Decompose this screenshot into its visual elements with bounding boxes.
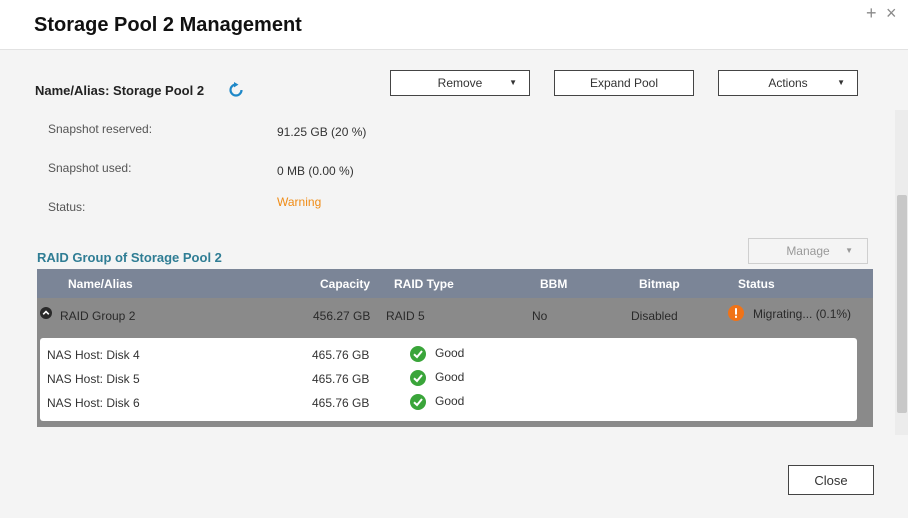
chevron-down-icon: ▼: [837, 78, 845, 87]
scrollbar-thumb[interactable]: [897, 195, 907, 413]
pool-name-alias: Name/Alias: Storage Pool 2: [35, 83, 205, 98]
table-header: Name/Alias Capacity RAID Type BBM Bitmap…: [37, 269, 873, 298]
expand-pool-button-label: Expand Pool: [589, 76, 659, 90]
raid-group-type: RAID 5: [386, 309, 425, 323]
raid-group-capacity: 456.27 GB: [313, 309, 371, 323]
table-row[interactable]: NAS Host: Disk 6 465.76 GB Good: [40, 391, 857, 415]
remove-button[interactable]: Remove ▼: [390, 70, 530, 96]
raid-section-title: RAID Group of Storage Pool 2: [37, 250, 222, 265]
close-icon[interactable]: ×: [886, 4, 897, 22]
status-label: Status:: [48, 200, 86, 214]
disk-list: NAS Host: Disk 4 465.76 GB Good NAS Host…: [40, 338, 857, 421]
column-header-name[interactable]: Name/Alias: [68, 277, 133, 291]
column-header-raid-type[interactable]: RAID Type: [394, 277, 454, 291]
snapshot-used-value: 0 MB (0.00 %): [277, 164, 354, 178]
disk-capacity: 465.76 GB: [312, 372, 370, 386]
column-header-bbm[interactable]: BBM: [540, 277, 567, 291]
table-row[interactable]: NAS Host: Disk 4 465.76 GB Good: [40, 343, 857, 367]
disk-status: Good: [435, 346, 465, 360]
disk-capacity: 465.76 GB: [312, 348, 370, 362]
title-bar: Storage Pool 2 Management + ×: [0, 0, 908, 50]
column-header-capacity[interactable]: Capacity: [320, 277, 370, 291]
chevron-up-circle-icon[interactable]: [40, 307, 52, 319]
refresh-icon[interactable]: [228, 82, 244, 98]
column-header-status[interactable]: Status: [738, 277, 775, 291]
close-button-label: Close: [814, 472, 848, 488]
table-row-raid-group[interactable]: RAID Group 2 456.27 GB RAID 5 No Disable…: [37, 299, 873, 335]
expand-pool-button[interactable]: Expand Pool: [554, 70, 694, 96]
warning-icon: [728, 305, 744, 321]
manage-button-label: Manage: [786, 244, 830, 258]
check-circle-icon: [410, 370, 426, 386]
raid-group-table: Name/Alias Capacity RAID Type BBM Bitmap…: [37, 269, 873, 427]
remove-button-label: Remove: [437, 76, 483, 90]
manage-button[interactable]: Manage ▼: [748, 238, 868, 264]
snapshot-reserved-value: 91.25 GB (20 %): [277, 125, 367, 139]
snapshot-used-label: Snapshot used:: [48, 161, 132, 175]
chevron-down-icon: ▼: [845, 246, 853, 255]
actions-button-label: Actions: [768, 76, 808, 90]
disk-status: Good: [435, 394, 465, 408]
window-title: Storage Pool 2 Management: [34, 14, 302, 36]
check-circle-icon: [410, 394, 426, 410]
actions-button[interactable]: Actions ▼: [718, 70, 858, 96]
disk-capacity: 465.76 GB: [312, 396, 370, 410]
status-value: Warning: [277, 195, 322, 209]
table-row[interactable]: NAS Host: Disk 5 465.76 GB Good: [40, 367, 857, 391]
snapshot-reserved-label: Snapshot reserved:: [48, 122, 153, 136]
disk-name: NAS Host: Disk 5: [47, 372, 140, 386]
disk-name: NAS Host: Disk 6: [47, 396, 140, 410]
disk-status: Good: [435, 370, 465, 384]
disk-name: NAS Host: Disk 4: [47, 348, 140, 362]
maximize-icon[interactable]: +: [866, 4, 877, 22]
column-header-bitmap[interactable]: Bitmap: [639, 277, 680, 291]
raid-group-status: Migrating... (0.1%): [753, 307, 852, 321]
raid-group-name: RAID Group 2: [60, 309, 136, 323]
close-button[interactable]: Close: [788, 465, 874, 495]
chevron-down-icon: ▼: [509, 78, 517, 87]
raid-group-bitmap: Disabled: [631, 309, 678, 323]
raid-group-bbm: No: [532, 309, 548, 323]
check-circle-icon: [410, 346, 426, 362]
